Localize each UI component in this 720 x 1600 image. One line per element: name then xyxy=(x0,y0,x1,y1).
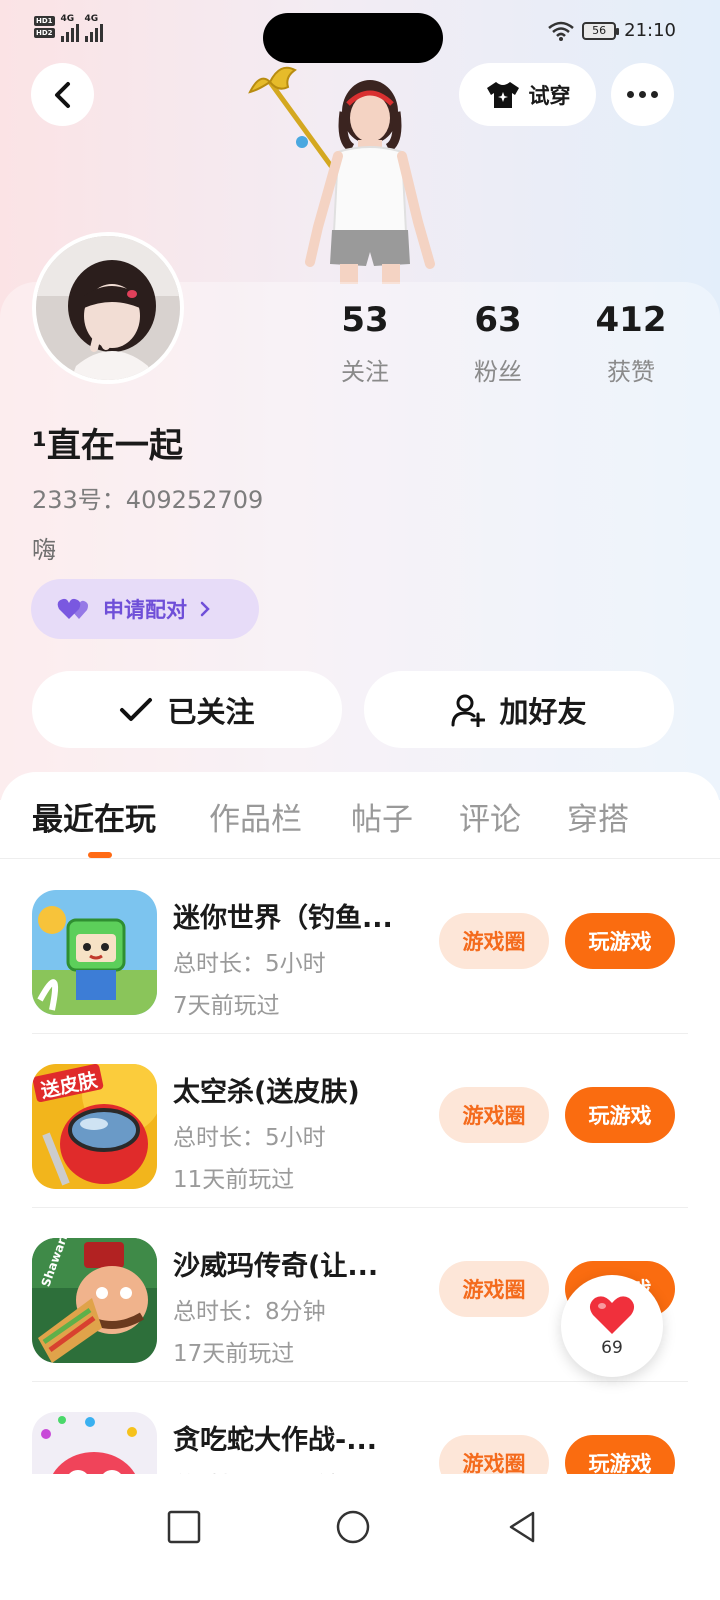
back-nav-button[interactable] xyxy=(497,1502,547,1552)
game-duration: 总时长：5小时 xyxy=(173,1125,326,1151)
request-match-button[interactable]: 申请配对 xyxy=(31,579,259,639)
game-last-played: 17天前玩过 xyxy=(173,1341,295,1367)
likes-count: 412 xyxy=(595,300,667,340)
triangle-back-icon xyxy=(509,1511,535,1543)
signal-indicators: HD1 HD2 4G 4G xyxy=(34,14,103,42)
clock: 21:10 xyxy=(624,20,676,41)
likes-label: 获赞 xyxy=(607,358,655,386)
more-dot-icon xyxy=(627,91,634,98)
hd2-badge: HD2 xyxy=(34,28,55,38)
network-1-label: 4G xyxy=(60,14,75,24)
game-last-played: 7天前玩过 xyxy=(173,993,280,1019)
game-circle-button[interactable]: 游戏圈 xyxy=(439,1261,549,1317)
stat-followers[interactable]: 63 粉丝 xyxy=(438,300,558,387)
game-last-played: 11天前玩过 xyxy=(173,1167,295,1193)
status-right: 56 21:10 xyxy=(548,20,676,41)
game-circle-button[interactable]: 游戏圈 xyxy=(439,913,549,969)
back-arrow-icon xyxy=(54,81,70,108)
tab-posts[interactable]: 帖子 xyxy=(351,794,413,839)
tab-comments[interactable]: 评论 xyxy=(459,794,521,839)
square-icon xyxy=(167,1510,201,1544)
stat-following[interactable]: 53 关注 xyxy=(305,300,425,387)
tabs-divider xyxy=(0,858,720,859)
tab-recently-played[interactable]: 最近在玩 xyxy=(32,794,156,839)
following-count: 53 xyxy=(341,300,389,340)
following-label: 关注 xyxy=(341,358,389,386)
more-options-button[interactable] xyxy=(611,63,674,126)
hearts-icon xyxy=(57,598,88,619)
profile-bio: 嗨 xyxy=(32,536,56,564)
followers-count: 63 xyxy=(474,300,522,340)
profile-tabs: 最近在玩 作品栏 帖子 评论 穿搭 xyxy=(0,794,720,860)
heart-icon xyxy=(589,1296,635,1334)
home-button[interactable] xyxy=(328,1502,378,1552)
profile-avatar[interactable] xyxy=(32,232,184,384)
signal-1-icon: 4G xyxy=(60,14,79,42)
network-2-label: 4G xyxy=(84,14,99,24)
more-dot-icon xyxy=(639,91,646,98)
try-on-label: 试穿 xyxy=(528,83,571,108)
play-game-button[interactable]: 玩游戏 xyxy=(565,1087,675,1143)
game-icon-space-kill: 送皮肤 xyxy=(32,1064,157,1189)
add-friend-button[interactable]: 加好友 xyxy=(364,671,674,748)
game-row[interactable]: 迷你世界（钓鱼... 总时长：5小时 7天前玩过 游戏圈 玩游戏 xyxy=(0,860,720,1034)
game-name: 沙威玛传奇(让... xyxy=(173,1251,379,1282)
recent-apps-button[interactable] xyxy=(159,1502,209,1552)
checkmark-icon xyxy=(120,697,153,721)
followed-button[interactable]: 已关注 xyxy=(32,671,342,748)
hd-badges: HD1 HD2 xyxy=(34,16,55,38)
try-on-button[interactable]: 试穿 xyxy=(459,63,596,126)
game-circle-button[interactable]: 游戏圈 xyxy=(439,1087,549,1143)
wifi-icon xyxy=(548,21,574,41)
game-icon-mini-world xyxy=(32,890,157,1015)
more-dot-icon xyxy=(651,91,658,98)
add-person-icon xyxy=(451,694,486,727)
circle-icon xyxy=(336,1510,370,1544)
like-float-button[interactable]: 69 xyxy=(561,1275,663,1377)
tshirt-icon xyxy=(486,81,519,108)
stat-likes[interactable]: 412 获赞 xyxy=(571,300,691,387)
followers-label: 粉丝 xyxy=(474,358,522,386)
profile-name: ¹直在一起 xyxy=(32,426,183,466)
battery-icon: 56 xyxy=(582,21,620,40)
game-name: 贪吃蛇大作战-... xyxy=(173,1425,377,1456)
game-duration: 总时长：8分钟 xyxy=(173,1299,326,1325)
back-button[interactable] xyxy=(31,63,94,126)
add-friend-label: 加好友 xyxy=(499,694,587,729)
tab-works[interactable]: 作品栏 xyxy=(209,794,302,839)
battery-level: 56 xyxy=(592,24,607,37)
followed-label: 已关注 xyxy=(167,694,255,729)
game-name: 迷你世界（钓鱼... xyxy=(173,903,393,934)
avatar-character-illustration xyxy=(248,66,435,284)
signal-2-icon: 4G xyxy=(84,14,103,42)
game-name: 太空杀(送皮肤) xyxy=(173,1077,360,1108)
game-row[interactable]: 送皮肤 太空杀(送皮肤) 总时长：5小时 11天前玩过 游戏圈 玩游戏 xyxy=(0,1034,720,1208)
play-game-button[interactable]: 玩游戏 xyxy=(565,913,675,969)
game-icon-shawarma-legend: Shawarma xyxy=(32,1238,157,1363)
game-duration: 总时长：5小时 xyxy=(173,951,326,977)
tab-outfits[interactable]: 穿搭 xyxy=(567,794,629,839)
hd1-badge: HD1 xyxy=(34,16,55,26)
system-navigation-bar xyxy=(0,1474,720,1600)
request-match-label: 申请配对 xyxy=(103,598,187,622)
profile-uid: 233号：409252709 xyxy=(32,486,264,514)
like-count: 69 xyxy=(601,1338,623,1358)
chevron-right-icon xyxy=(200,601,210,617)
